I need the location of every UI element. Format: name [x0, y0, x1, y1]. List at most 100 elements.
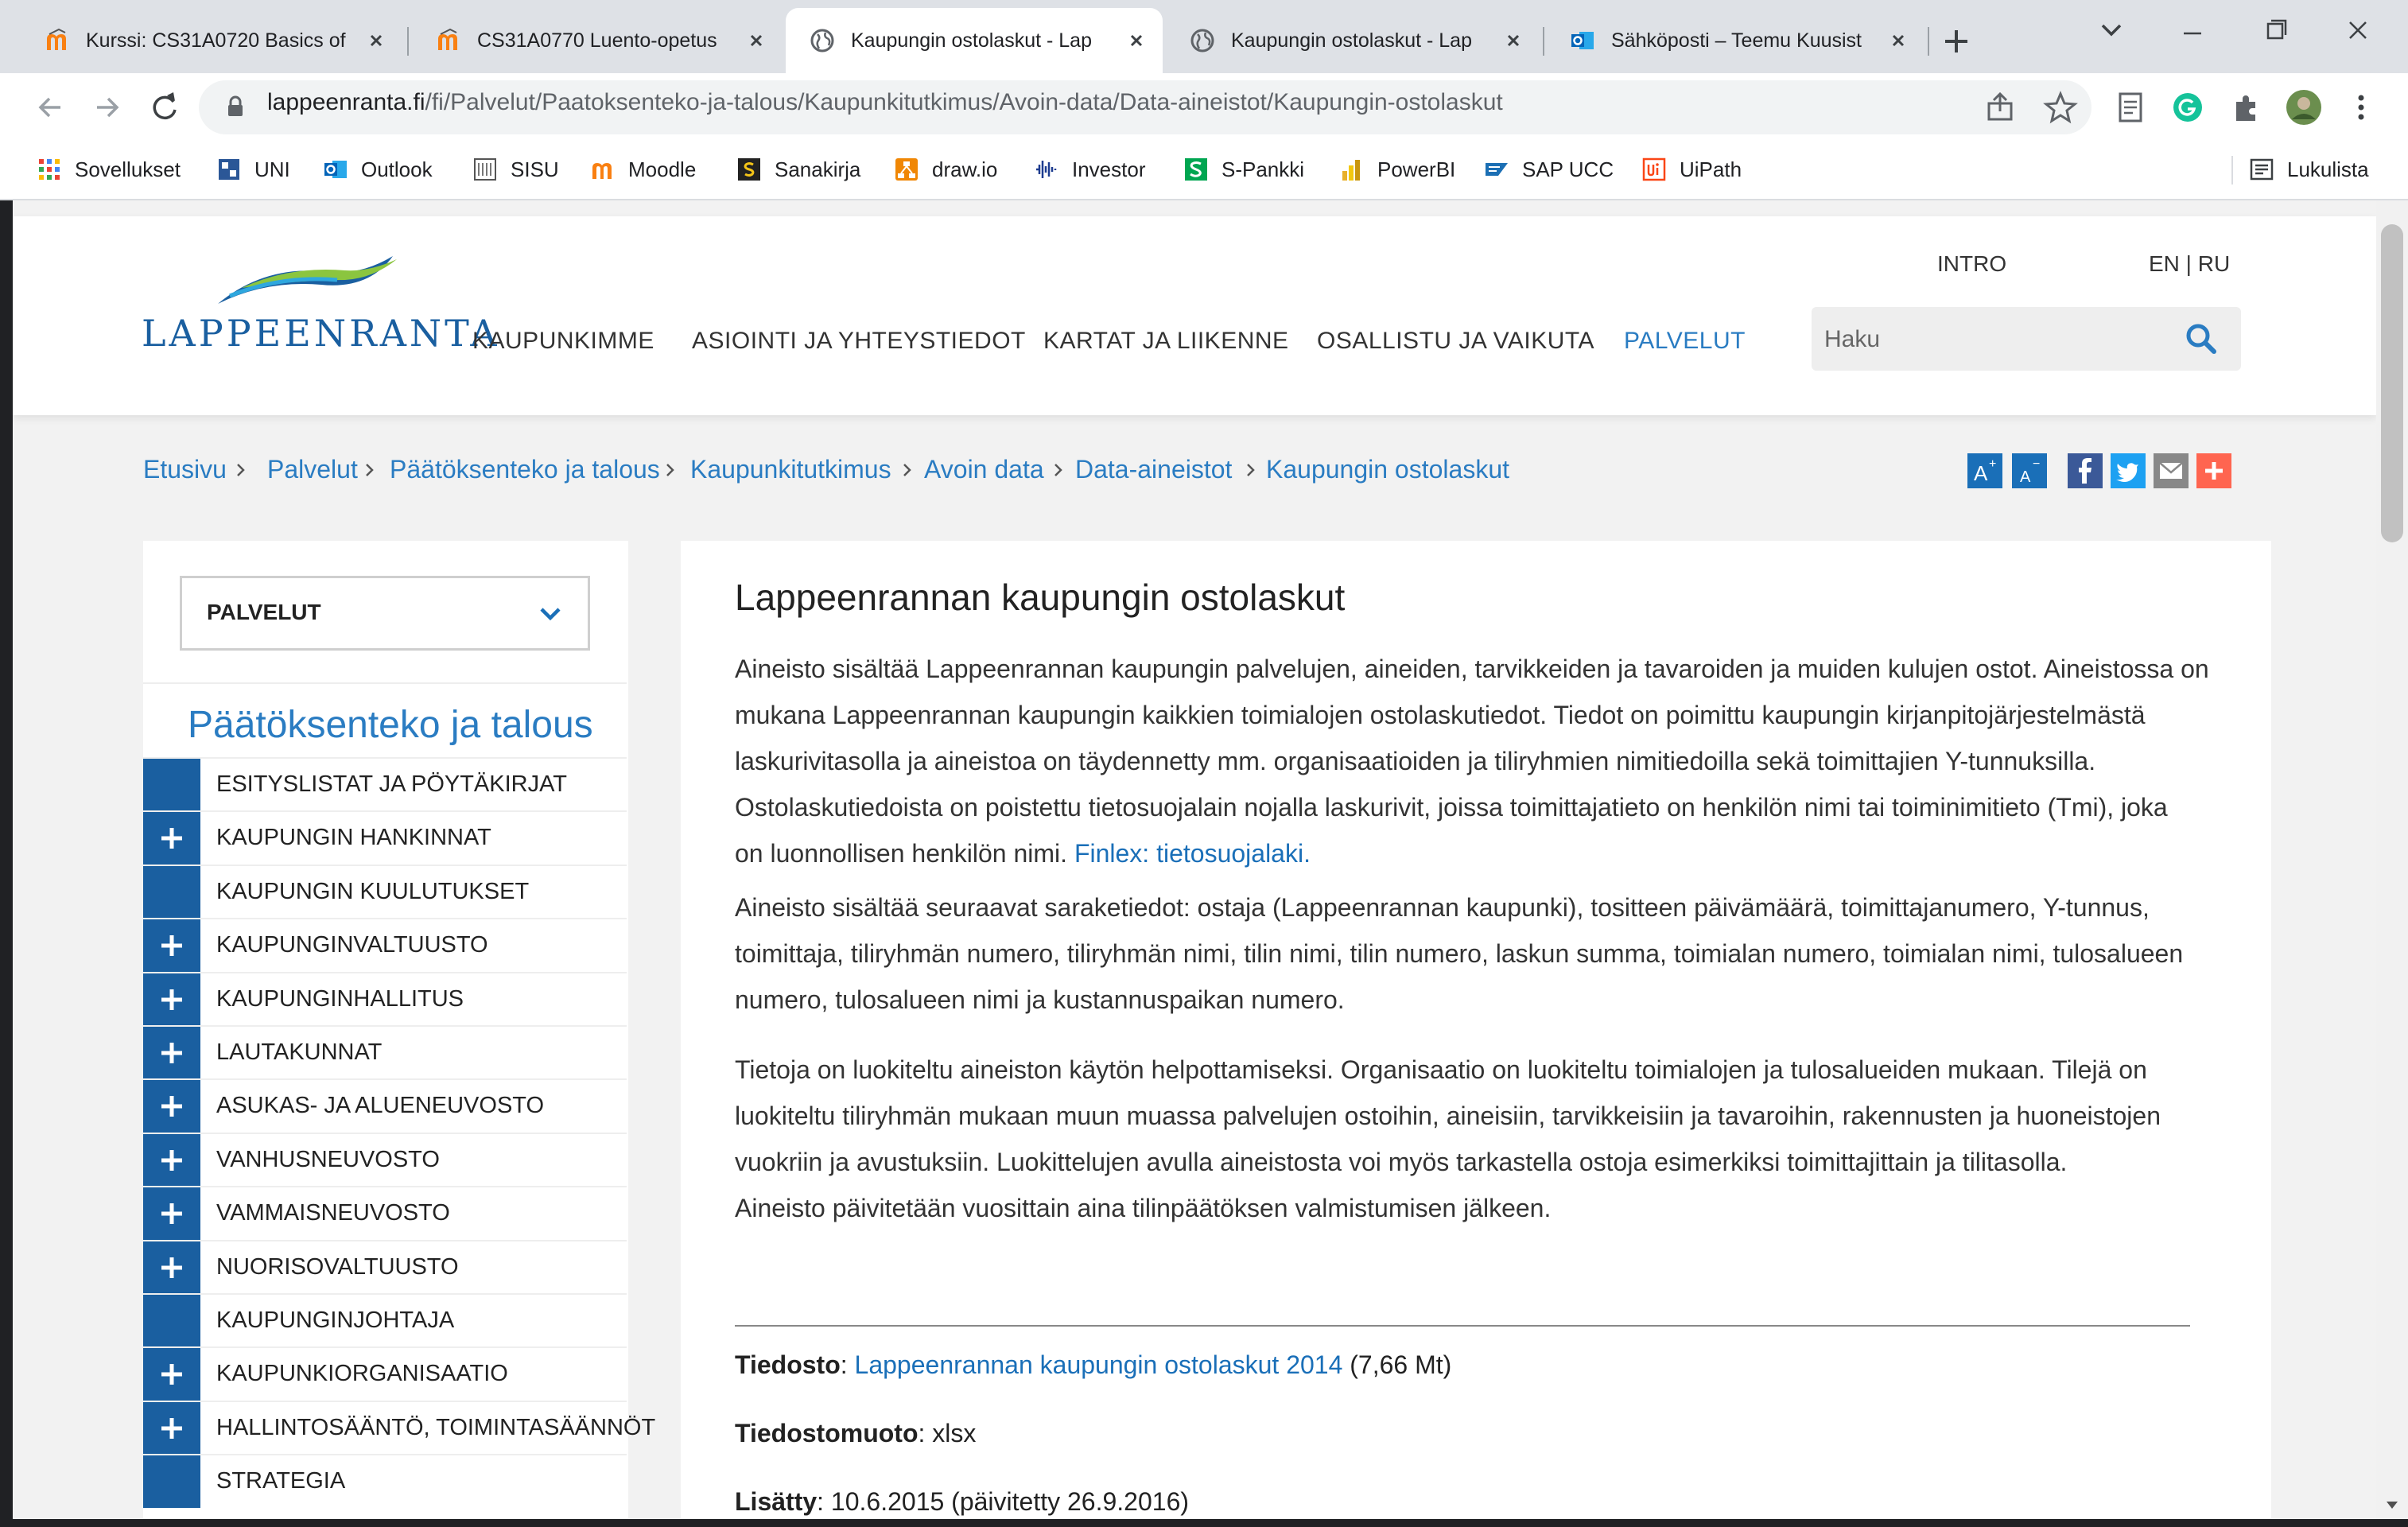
bookmark-spankki[interactable]: S-Pankki: [1183, 150, 1304, 189]
bookmark-uni[interactable]: UNI: [216, 150, 290, 189]
sidebar-item[interactable]: HALLINTOSÄÄNTÖ, TOIMINTASÄÄNNÖT: [143, 1401, 655, 1455]
chevron-down-icon[interactable]: [534, 598, 566, 630]
bookmark-investor[interactable]: Investor: [1034, 150, 1146, 189]
grammarly-icon[interactable]: [2168, 87, 2208, 127]
addthis-plus-icon[interactable]: [2196, 453, 2231, 488]
tab-2[interactable]: CS31A0770 Luento-opetus: [412, 8, 783, 73]
nav-osallistu[interactable]: OSALLISTU JA VAIKUTA: [1317, 328, 1594, 355]
close-tab-icon[interactable]: [744, 29, 768, 52]
sidebar-item[interactable]: NUORISOVALTUUSTO: [143, 1240, 627, 1294]
menu-kebab-icon[interactable]: [2341, 87, 2381, 127]
email-icon[interactable]: [2154, 453, 2189, 488]
expand-plus-icon[interactable]: [143, 1402, 200, 1455]
reading-mode-icon[interactable]: [2111, 87, 2150, 127]
sidebar-item[interactable]: KAUPUNGIN HANKINNAT: [143, 810, 627, 865]
file-label: Tiedosto: [735, 1350, 841, 1379]
tab-search-button[interactable]: [2084, 11, 2139, 51]
sidebar-item[interactable]: STRATEGIA: [143, 1454, 627, 1508]
bookmark-drawio[interactable]: draw.io: [894, 150, 997, 189]
sidebar-item[interactable]: KAUPUNGINHALLITUS: [143, 972, 627, 1026]
nav-kaupunkimme[interactable]: KAUPUNKIMME: [472, 328, 654, 355]
close-tab-icon[interactable]: [364, 29, 388, 52]
search-input[interactable]: [1823, 318, 2176, 361]
bookmark-sap-ucc[interactable]: SAP UCC: [1484, 150, 1614, 189]
bookmarks-divider: [2231, 156, 2233, 185]
close-tab-icon[interactable]: [1501, 29, 1525, 52]
new-tab-button[interactable]: [1934, 19, 1979, 64]
expand-plus-icon[interactable]: [143, 1134, 200, 1187]
nav-palvelut[interactable]: PALVELUT: [1624, 328, 1746, 355]
breadcrumb-data-aineistot[interactable]: Data-aineistot: [1075, 455, 1232, 484]
close-tab-icon[interactable]: [1124, 29, 1148, 52]
back-button[interactable]: [29, 86, 72, 129]
tab-1[interactable]: Kurssi: CS31A0720 Basics of: [21, 8, 402, 73]
expand-plus-icon[interactable]: [143, 973, 200, 1026]
sidebar-item[interactable]: KAUPUNGINVALTUUSTO: [143, 918, 627, 972]
expand-plus-icon[interactable]: [143, 1080, 200, 1133]
reading-list-button[interactable]: Lukulista: [2249, 150, 2369, 189]
breadcrumb-avoin-data[interactable]: Avoin data: [924, 455, 1044, 484]
nav-kartat[interactable]: KARTAT JA LIIKENNE: [1043, 328, 1289, 355]
twitter-icon[interactable]: [2111, 453, 2146, 488]
extensions-puzzle-icon[interactable]: [2227, 87, 2266, 127]
expand-plus-icon[interactable]: [143, 812, 200, 865]
language-links[interactable]: EN | RU: [2149, 251, 2230, 277]
sidebar-item[interactable]: ESITYSLISTAT JA PÖYTÄKIRJAT: [143, 757, 627, 811]
finlex-link[interactable]: Finlex: tietosuojalaki.: [1074, 839, 1311, 868]
sidebar-title[interactable]: Päätöksenteko ja talous: [188, 703, 593, 747]
tab-4[interactable]: Kaupungin ostolaskut - Lap: [1166, 8, 1540, 73]
url-text[interactable]: lappeenranta.fi/fi/Palvelut/Paatoksentek…: [267, 89, 1503, 116]
tab-title: CS31A0770 Luento-opetus: [477, 29, 717, 52]
sidebar-item[interactable]: KAUPUNGINJOHTAJA: [143, 1293, 627, 1347]
close-window-button[interactable]: [2330, 11, 2386, 51]
breadcrumb-current[interactable]: Kaupungin ostolaskut: [1266, 455, 1509, 484]
bookmark-uipath[interactable]: UiPath: [1641, 150, 1742, 189]
tab-5[interactable]: Sähköposti – Teemu Kuusist: [1546, 8, 1924, 73]
chevron-right-icon: [1051, 463, 1066, 477]
forward-button[interactable]: [86, 86, 129, 129]
font-increase-icon[interactable]: A +: [1967, 453, 2002, 488]
bookmark-powerbi[interactable]: PowerBI: [1339, 150, 1455, 189]
restore-button[interactable]: [2247, 11, 2303, 51]
profile-avatar[interactable]: [2284, 87, 2324, 127]
expand-plus-icon[interactable]: [143, 1187, 200, 1240]
breadcrumb-paatoksenteko[interactable]: Päätöksenteko ja talous: [390, 455, 660, 484]
scrollbar-thumb[interactable]: [2381, 224, 2403, 542]
expand-plus-icon[interactable]: [143, 1241, 200, 1294]
sidebar-item[interactable]: LAUTAKUNNAT: [143, 1025, 627, 1079]
expand-plus-icon[interactable]: [143, 919, 200, 972]
search-icon[interactable]: [2182, 320, 2220, 358]
sidebar-item[interactable]: KAUPUNKIORGANISAATIO: [143, 1346, 627, 1401]
reload-button[interactable]: [143, 86, 186, 129]
sidebar-item[interactable]: VAMMAISNEUVOSTO: [143, 1186, 627, 1240]
minimize-button[interactable]: [2165, 11, 2220, 51]
text-line: on luonnollisen henkilön nimi.: [735, 839, 1068, 868]
section-select-label: PALVELUT: [207, 600, 321, 624]
sidebar-item[interactable]: ASUKAS- JA ALUENEUVOSTO: [143, 1078, 627, 1133]
intro-link[interactable]: INTRO: [1937, 251, 2006, 277]
close-tab-icon[interactable]: [1886, 29, 1910, 52]
breadcrumb-kaupunkitutkimus[interactable]: Kaupunkitutkimus: [690, 455, 891, 484]
expand-plus-icon[interactable]: [143, 1027, 200, 1079]
file-download-link[interactable]: Lappeenrannan kaupungin ostolaskut 2014: [855, 1350, 1343, 1379]
font-decrease-icon[interactable]: A −: [2012, 453, 2047, 488]
breadcrumb-etusivu[interactable]: Etusivu: [143, 455, 227, 484]
bookmark-sisu[interactable]: SISU: [472, 150, 559, 189]
sidebar-item[interactable]: VANHUSNEUVOSTO: [143, 1133, 627, 1187]
scroll-down-arrow-icon[interactable]: [2381, 1495, 2403, 1514]
facebook-icon[interactable]: [2068, 453, 2103, 488]
expand-plus-icon[interactable]: [143, 1348, 200, 1401]
tab-3-active[interactable]: Kaupungin ostolaskut - Lap: [786, 8, 1163, 73]
sidebar-item-label: HALLINTOSÄÄNTÖ, TOIMINTASÄÄNNÖT: [216, 1415, 656, 1440]
bookmark-sanakirja[interactable]: Sanakirja: [736, 150, 860, 189]
bookmark-sovellukset[interactable]: Sovellukset: [37, 150, 181, 189]
bookmark-star-icon[interactable]: [2041, 87, 2080, 127]
share-page-icon[interactable]: [1980, 87, 2020, 127]
nav-asiointi[interactable]: ASIOINTI JA YHTEYSTIEDOT: [692, 328, 1026, 355]
breadcrumb-palvelut[interactable]: Palvelut: [267, 455, 358, 484]
lock-icon[interactable]: [223, 94, 248, 119]
bookmark-moodle[interactable]: Moodle: [590, 150, 696, 189]
sidebar-item[interactable]: KAUPUNGIN KUULUTUKSET: [143, 865, 627, 919]
bookmark-outlook[interactable]: Outlook: [323, 150, 433, 189]
site-logo[interactable]: LAPPEENRANTA: [142, 312, 500, 355]
